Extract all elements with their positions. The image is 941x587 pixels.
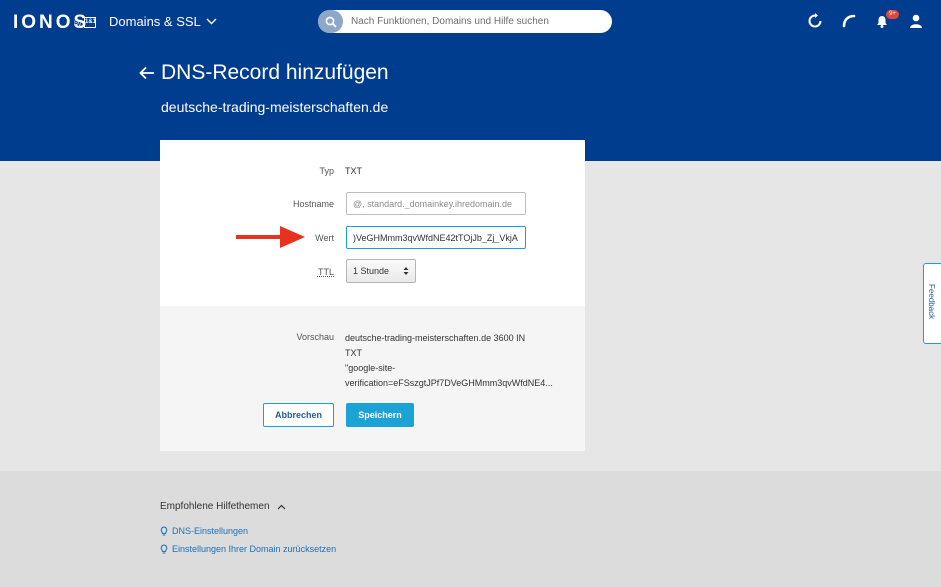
phone-icon[interactable]: [839, 11, 859, 31]
preview-line: TXT: [345, 348, 362, 358]
lightbulb-icon: [160, 526, 168, 536]
ttl-label[interactable]: TTL: [294, 267, 334, 277]
value-field[interactable]: [346, 226, 526, 249]
preview-line: verification=eFSszgtJPf7DVeGHMmm3qvWfdNE…: [345, 378, 553, 388]
help-title[interactable]: Empfohlene Hilfethemen: [160, 501, 286, 512]
dns-record-form-card: Typ TXT Hostname Wert TTL 1 Stunde Vorsc…: [160, 140, 585, 451]
search-bar: [318, 10, 612, 33]
notification-badge: 9+: [886, 10, 899, 19]
search-input[interactable]: [351, 10, 606, 33]
chevron-down-icon: [206, 18, 217, 25]
logo-by-text: by: [74, 21, 82, 28]
page-title: DNS-Record hinzufügen: [161, 61, 389, 84]
product-menu[interactable]: Domains & SSL: [109, 14, 217, 29]
ttl-selected-value: 1 Stunde: [353, 266, 390, 276]
select-arrows-icon: [403, 267, 409, 275]
domain-name: deutsche-trading-meisterschaften.de: [161, 99, 389, 115]
help-section: Empfohlene Hilfethemen DNS-Einstellungen…: [0, 471, 941, 587]
type-value: TXT: [345, 166, 362, 176]
type-label: Typ: [319, 166, 334, 176]
hostname-field[interactable]: [346, 192, 526, 215]
preview-label: Vorschau: [296, 332, 334, 342]
chevron-up-icon: [277, 504, 285, 509]
refresh-icon[interactable]: [805, 11, 825, 31]
help-link-dns[interactable]: DNS-Einstellungen: [160, 526, 248, 536]
user-icon[interactable]: [906, 11, 926, 31]
back-arrow-icon[interactable]: [138, 64, 156, 82]
preview-line: "google-site-: [345, 363, 396, 373]
cancel-button[interactable]: Abbrechen: [263, 403, 334, 427]
hostname-label: Hostname: [292, 199, 334, 209]
help-link-label: Einstellungen Ihrer Domain zurücksetzen: [172, 544, 337, 554]
help-link-reset[interactable]: Einstellungen Ihrer Domain zurücksetzen: [160, 544, 336, 554]
preview-line: deutsche-trading-meisterschaften.de 3600…: [345, 333, 526, 343]
logo-badge: 1&1: [84, 17, 96, 28]
search-icon[interactable]: [318, 10, 343, 33]
red-arrow-annotation-icon: [236, 226, 305, 248]
product-menu-label: Domains & SSL: [109, 14, 201, 29]
feedback-tab[interactable]: Feedback: [923, 263, 941, 344]
feedback-label: Feedback: [927, 284, 936, 320]
top-navigation-bar: IONOS by 1&1 Domains & SSL 9+: [0, 0, 941, 42]
ttl-select[interactable]: 1 Stunde: [346, 259, 416, 283]
preview-text: deutsche-trading-meisterschaften.de 3600…: [345, 331, 565, 391]
save-button[interactable]: Speichern: [346, 403, 414, 427]
help-title-label: Empfohlene Hilfethemen: [160, 501, 270, 512]
lightbulb-icon: [160, 544, 168, 554]
help-link-label: DNS-Einstellungen: [172, 526, 249, 536]
